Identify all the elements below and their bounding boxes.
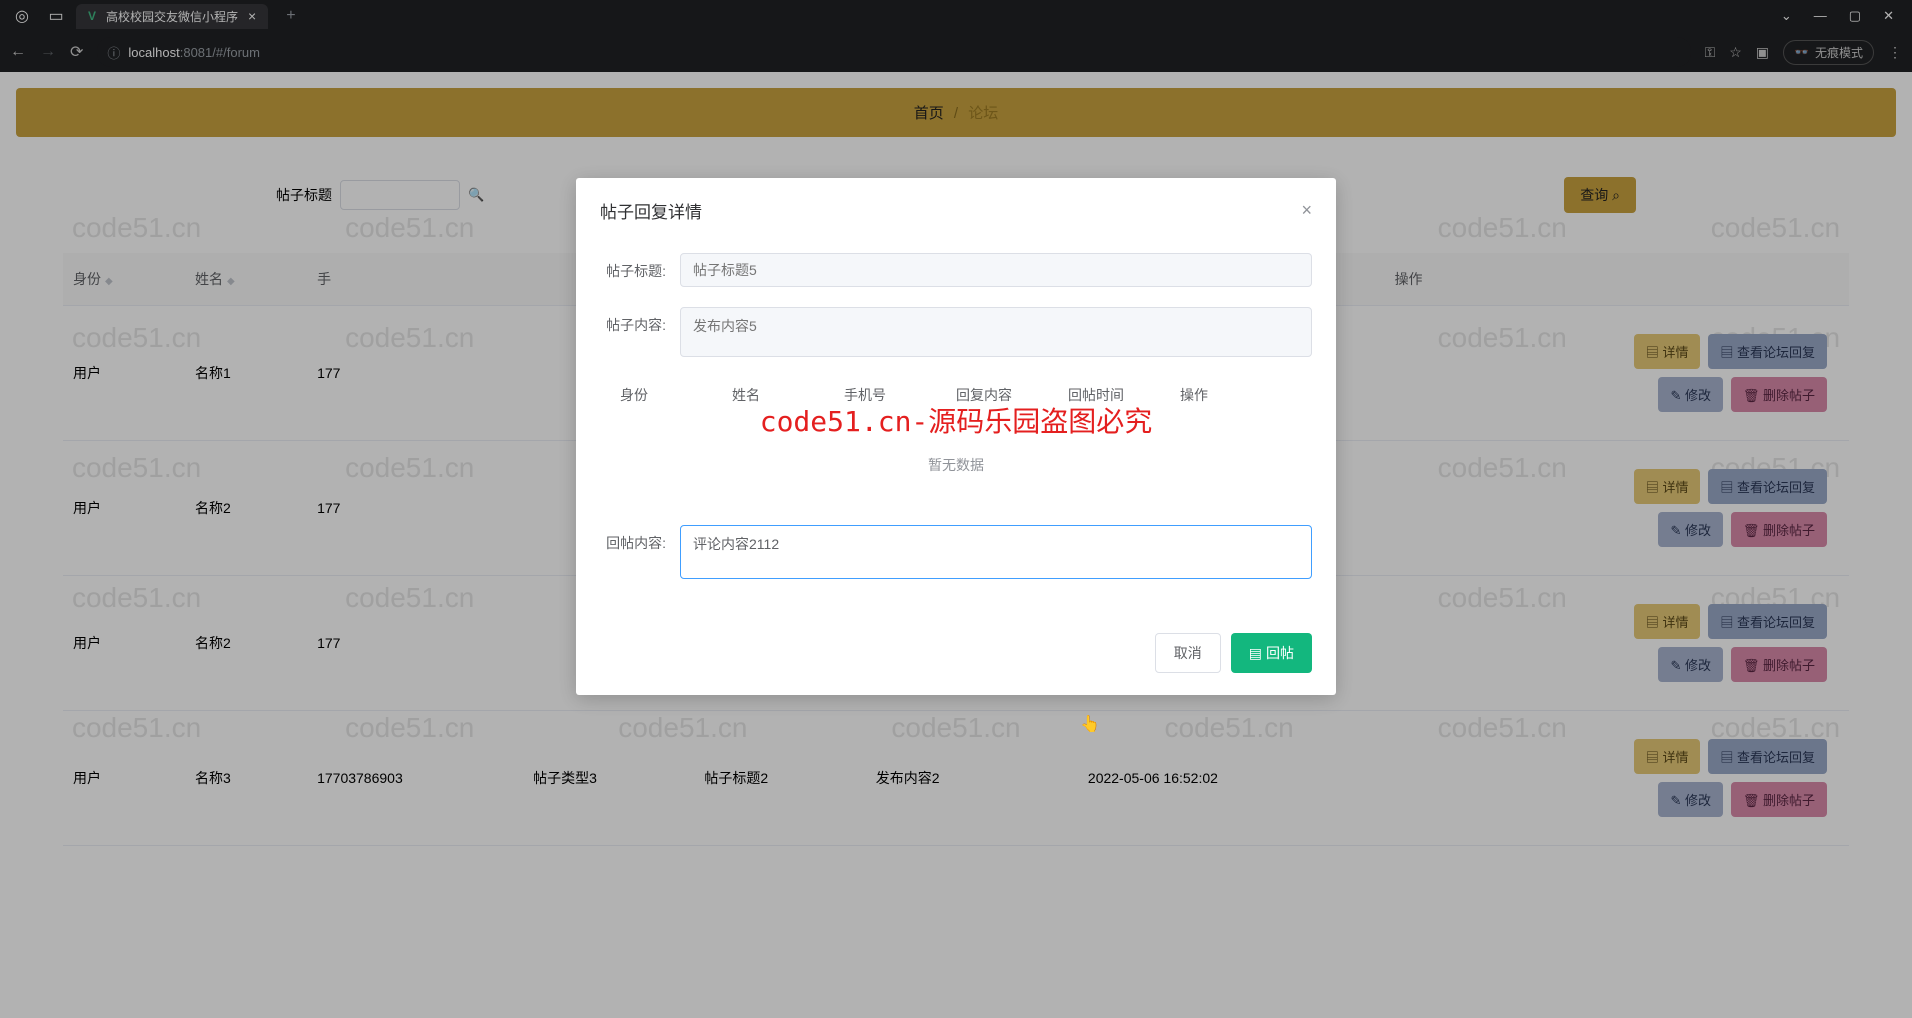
reply-content-label: 回帖内容: <box>600 525 680 561</box>
reply-icon: ▤ <box>1249 645 1262 662</box>
submit-button[interactable]: ▤ 回帖 <box>1231 633 1312 673</box>
post-title-label: 帖子标题: <box>600 253 680 289</box>
cancel-button[interactable]: 取消 <box>1155 633 1221 673</box>
modal-mask[interactable]: 帖子回复详情 × 帖子标题: 帖子内容: 身份 姓名 手机号 回复内容 回帖时间… <box>0 0 1912 1018</box>
reply-content-input[interactable] <box>680 525 1312 579</box>
inner-table-header: 身份 姓名 手机号 回复内容 回帖时间 操作 <box>600 375 1312 415</box>
close-icon[interactable]: × <box>1301 200 1312 221</box>
post-content-field <box>680 307 1312 357</box>
reply-detail-modal: 帖子回复详情 × 帖子标题: 帖子内容: 身份 姓名 手机号 回复内容 回帖时间… <box>576 178 1336 695</box>
post-title-field <box>680 253 1312 287</box>
post-content-label: 帖子内容: <box>600 307 680 343</box>
modal-title: 帖子回复详情 <box>600 198 702 223</box>
empty-placeholder: 暂无数据 <box>600 415 1312 525</box>
